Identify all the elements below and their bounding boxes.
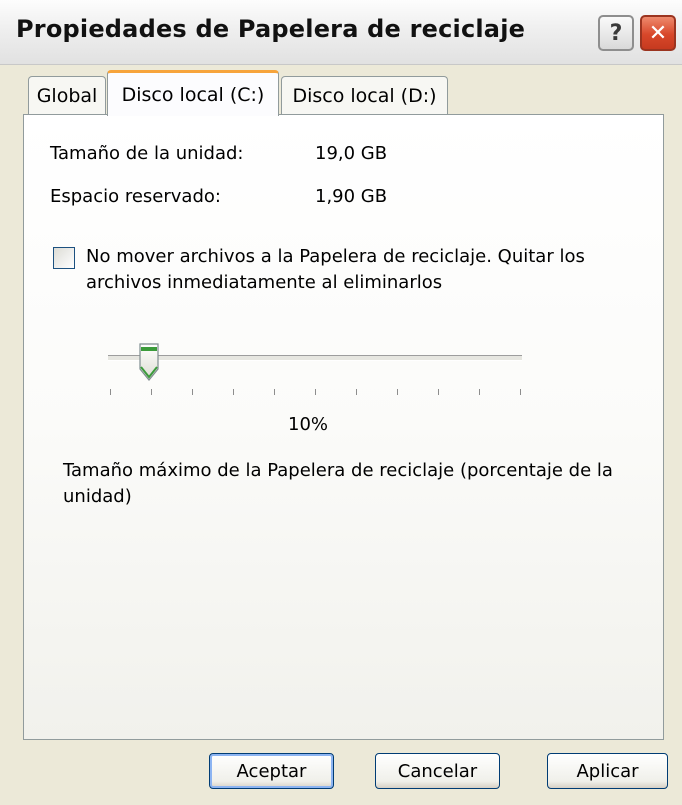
drive-size-label: Tamaño de la unidad:: [50, 143, 244, 164]
slider-value-label: 10%: [288, 414, 329, 435]
slider-tick: [151, 389, 152, 395]
tab-global[interactable]: Global: [28, 76, 106, 114]
help-button[interactable]: ?: [598, 15, 634, 51]
slider-tick: [397, 389, 398, 395]
slider-tick: [315, 389, 316, 395]
slider-tick: [438, 389, 439, 395]
reserved-space-label: Espacio reservado:: [50, 186, 221, 207]
slider-tick: [233, 389, 234, 395]
slider-track[interactable]: [108, 355, 522, 361]
help-icon: ?: [609, 20, 623, 46]
slider-tick: [274, 389, 275, 395]
drive-size-value: 19,0 GB: [315, 143, 388, 164]
cancel-button[interactable]: Cancelar: [375, 753, 500, 789]
ok-button[interactable]: Aceptar: [209, 753, 334, 789]
tab-disco-local-d[interactable]: Disco local (D:): [281, 76, 448, 114]
title-bar[interactable]: Propiedades de Papelera de reciclaje ? ✕: [0, 0, 682, 65]
slider-tick: [520, 389, 521, 395]
slider-description: Tamaño máximo de la Papelera de reciclaj…: [63, 460, 613, 507]
close-button[interactable]: ✕: [640, 15, 676, 51]
tab-disco-local-c[interactable]: Disco local (C:): [107, 70, 279, 116]
delete-immediately-checkbox[interactable]: [53, 247, 75, 269]
tab-page: [23, 114, 664, 740]
close-icon: ✕: [648, 20, 668, 46]
slider-tick: [110, 389, 111, 395]
slider-tick: [479, 389, 480, 395]
reserved-space-value: 1,90 GB: [315, 186, 388, 207]
slider-tick: [192, 389, 193, 395]
max-size-slider[interactable]: [100, 335, 530, 395]
slider-thumb[interactable]: [138, 342, 160, 382]
recycle-bin-properties-dialog: Propiedades de Papelera de reciclaje ? ✕…: [0, 0, 682, 805]
apply-button[interactable]: Aplicar: [547, 753, 668, 789]
delete-immediately-label[interactable]: No mover archivos a la Papelera de recic…: [86, 244, 646, 296]
slider-tick: [356, 389, 357, 395]
window-title: Propiedades de Papelera de reciclaje: [16, 15, 526, 43]
